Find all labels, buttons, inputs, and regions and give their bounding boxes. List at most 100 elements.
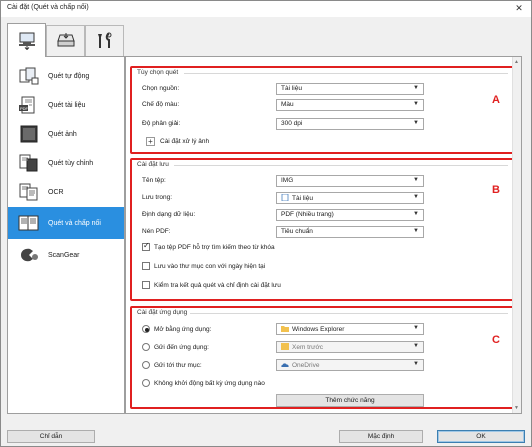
title-bar: Cài đặt (Quét và chấp nối) ✕	[1, 1, 531, 17]
chevron-down-icon: ▼	[413, 194, 419, 200]
chevron-down-icon: ▼	[413, 85, 419, 91]
expand-image-processing-button[interactable]: +	[146, 137, 155, 146]
radio-label: Mở bằng ứng dụng:	[154, 325, 212, 333]
annotation-letter: C	[492, 334, 500, 346]
sidebar-item-stitch[interactable]: Quét và chấp nối	[8, 207, 124, 239]
pdf-compression-select[interactable]: Tiêu chuẩn ▼	[276, 226, 424, 238]
stitch-icon	[18, 215, 39, 231]
data-format-select[interactable]: PDF (Nhiều trang) ▼	[276, 209, 424, 221]
annotation-letter: A	[492, 94, 500, 106]
sidebar-item-label: OCR	[48, 188, 64, 196]
radio-unselected[interactable]	[142, 379, 150, 387]
chevron-down-icon: ▼	[413, 325, 419, 331]
send-to-app-radio[interactable]: Gửi đến ứng dụng:	[142, 343, 209, 351]
scroll-up-icon[interactable]: ▲	[514, 59, 519, 65]
tab-scan-from-computer[interactable]	[7, 23, 46, 57]
section-title: Tùy chọn quét	[137, 69, 179, 76]
radio-unselected[interactable]	[142, 343, 150, 351]
source-select[interactable]: Tài liệu ▼	[276, 83, 424, 95]
settings-window: Cài đặt (Quét và chấp nối) ✕ Quét tự độn…	[0, 0, 532, 447]
annotation-letter: B	[492, 184, 500, 196]
auto-scan-icon	[19, 67, 39, 85]
onedrive-icon	[281, 363, 289, 367]
ocr-icon	[19, 183, 38, 201]
checkbox-unchecked[interactable]	[142, 262, 150, 270]
checkbox-label: Kiểm tra kết quả quét và chỉ định cài đặ…	[154, 281, 281, 289]
send-to-app-select[interactable]: Xem trước ▼	[276, 341, 424, 353]
filename-value: IMG	[281, 177, 294, 184]
tab-scan-from-panel[interactable]	[46, 25, 85, 56]
chevron-down-icon: ▼	[413, 343, 419, 349]
sidebar-item-scangear[interactable]: ScanGear	[8, 241, 124, 269]
keyword-search-pdf-checkbox[interactable]: Tạo tệp PDF hỗ trợ tìm kiếm theo từ khóa	[142, 241, 275, 251]
radio-label: Gửi đến ứng dụng:	[154, 343, 209, 351]
save-settings-group: Cài đặt lưu B Tên tệp: IMG ▼ Lưu trong: …	[130, 158, 514, 301]
close-button[interactable]: ✕	[513, 3, 525, 15]
filename-select[interactable]: IMG ▼	[276, 175, 424, 187]
divider	[184, 73, 508, 74]
data-format-label: Định dạng dữ liệu:	[142, 211, 196, 218]
resolution-value: 300 dpi	[281, 120, 303, 127]
radio-unselected[interactable]	[142, 361, 150, 369]
checkbox-label: Tạo tệp PDF hỗ trợ tìm kiếm theo từ khóa	[154, 243, 275, 251]
filename-label: Tên tệp:	[142, 177, 166, 184]
chevron-down-icon: ▼	[413, 228, 419, 234]
pdf-compression-label: Nén PDF:	[142, 228, 171, 235]
photo-scan-icon	[20, 125, 38, 143]
send-to-folder-select[interactable]: OneDrive ▼	[276, 359, 424, 371]
sidebar-item-custom-scan[interactable]: Quét tùy chỉnh	[8, 149, 124, 177]
source-label: Chọn nguồn:	[142, 85, 180, 92]
computer-scan-icon	[18, 32, 35, 50]
scroll-down-icon[interactable]: ▼	[514, 405, 519, 411]
checkbox-unchecked[interactable]	[142, 281, 150, 289]
sidebar-item-label: Quét tùy chỉnh	[48, 159, 94, 167]
save-in-value: Tài liệu	[292, 195, 313, 202]
date-subfolder-checkbox[interactable]: Lưu vào thư mục con với ngày hiện tại	[142, 262, 265, 270]
chevron-down-icon: ▼	[413, 211, 419, 217]
settings-panel: Tùy chọn quét A Chọn nguồn: Tài liệu ▼ C…	[125, 56, 522, 414]
sidebar-item-ocr[interactable]: OCR	[8, 178, 124, 206]
sidebar-item-auto-scan[interactable]: Quét tự động	[8, 62, 124, 90]
divider	[190, 313, 508, 314]
radio-selected[interactable]	[142, 325, 150, 333]
no-app-radio[interactable]: Không khởi động bất kỳ ứng dụng nào	[142, 379, 265, 387]
save-in-select[interactable]: Tài liệu ▼	[276, 192, 424, 204]
source-value: Tài liệu	[281, 85, 302, 92]
radio-label: Không khởi động bất kỳ ứng dụng nào	[154, 379, 265, 387]
tab-general-settings[interactable]	[85, 25, 124, 56]
custom-scan-icon	[19, 154, 38, 172]
color-mode-label: Chế độ màu:	[142, 101, 180, 108]
send-to-app-value: Xem trước	[292, 344, 324, 351]
scan-mode-list: Quét tự động PDF Quét tài liệu Quét ảnh	[7, 56, 125, 414]
application-settings-group: Cài đặt ứng dụng C Mở bằng ứng dụng: Win…	[130, 306, 514, 409]
save-in-label: Lưu trong:	[142, 194, 173, 201]
preview-app-icon	[281, 343, 289, 350]
sidebar-item-label: Quét và chấp nối	[48, 219, 101, 227]
sidebar-item-document-scan[interactable]: PDF Quét tài liệu	[8, 91, 124, 119]
help-button[interactable]: Chỉ dẫn	[7, 430, 95, 443]
radio-label: Gửi tới thư mục:	[154, 361, 202, 369]
sidebar-item-photo-scan[interactable]: Quét ảnh	[8, 120, 124, 148]
send-to-folder-radio[interactable]: Gửi tới thư mục:	[142, 361, 202, 369]
resolution-select[interactable]: 300 dpi ▼	[276, 118, 424, 130]
open-with-app-value: Windows Explorer	[292, 326, 345, 333]
open-with-app-radio[interactable]: Mở bằng ứng dụng:	[142, 325, 211, 333]
send-to-folder-value: OneDrive	[292, 362, 320, 369]
more-functions-button[interactable]: Thêm chức năng	[276, 394, 424, 407]
svg-text:PDF: PDF	[20, 106, 29, 111]
defaults-button[interactable]: Mặc định	[339, 430, 423, 443]
resolution-label: Độ phân giải:	[142, 120, 181, 127]
ok-button[interactable]: OK	[437, 430, 525, 443]
checkbox-checked[interactable]	[142, 241, 150, 251]
window-title: Cài đặt (Quét và chấp nối)	[7, 4, 89, 11]
pdf-compression-value: Tiêu chuẩn	[281, 228, 313, 235]
open-with-app-select[interactable]: Windows Explorer ▼	[276, 323, 424, 335]
color-mode-value: Màu	[281, 101, 294, 108]
section-title: Cài đặt ứng dụng	[137, 309, 188, 316]
vertical-scrollbar[interactable]: ▲ ▼	[512, 57, 521, 413]
chevron-down-icon: ▼	[413, 120, 419, 126]
sidebar-item-label: ScanGear	[48, 251, 80, 259]
color-mode-select[interactable]: Màu ▼	[276, 99, 424, 111]
verify-results-checkbox[interactable]: Kiểm tra kết quả quét và chỉ định cài đặ…	[142, 281, 281, 289]
scangear-icon	[21, 248, 38, 262]
